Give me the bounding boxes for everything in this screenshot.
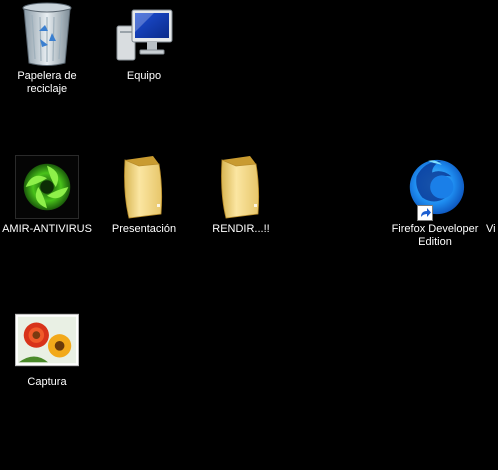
truncated-icon — [486, 153, 498, 221]
computer-icon — [112, 0, 176, 68]
antivirus-icon — [15, 153, 79, 221]
firefox-developer-edition-icon — [403, 153, 467, 221]
desktop-icon-label: Presentación — [111, 223, 177, 235]
desktop-icon-label: Equipo — [126, 70, 162, 82]
desktop-icon-label: Captura — [27, 376, 67, 388]
desktop-icon-captura[interactable]: Captura — [1, 306, 93, 389]
recycle-bin-icon — [15, 0, 79, 68]
desktop-icon-firefox-developer-edition[interactable]: Firefox Developer Edition — [389, 153, 481, 249]
desktop-icon-folder-presentacion[interactable]: Presentación — [98, 153, 190, 236]
desktop-icon-antivirus[interactable]: AMIR-ANTIVIRUS — [1, 153, 93, 236]
desktop-icon-label: RENDIR...!! — [212, 223, 270, 235]
desktop-icon-label: Vi — [486, 223, 496, 235]
desktop-icon-computer[interactable]: Equipo — [98, 0, 190, 83]
image-file-icon — [15, 306, 79, 374]
shortcut-arrow-icon — [417, 205, 433, 221]
desktop-icon-truncated[interactable]: Vi — [486, 153, 498, 236]
desktop-icon-recycle-bin[interactable]: Papelera de reciclaje — [1, 0, 93, 96]
desktop-icon-label: Papelera de reciclaje — [17, 70, 77, 95]
desktop-icon-label: Firefox Developer Edition — [391, 223, 479, 248]
desktop-icon-folder-rendir[interactable]: RENDIR...!! — [195, 153, 287, 236]
folder-icon — [112, 153, 176, 221]
desktop-icon-label: AMIR-ANTIVIRUS — [2, 223, 92, 235]
folder-icon — [209, 153, 273, 221]
